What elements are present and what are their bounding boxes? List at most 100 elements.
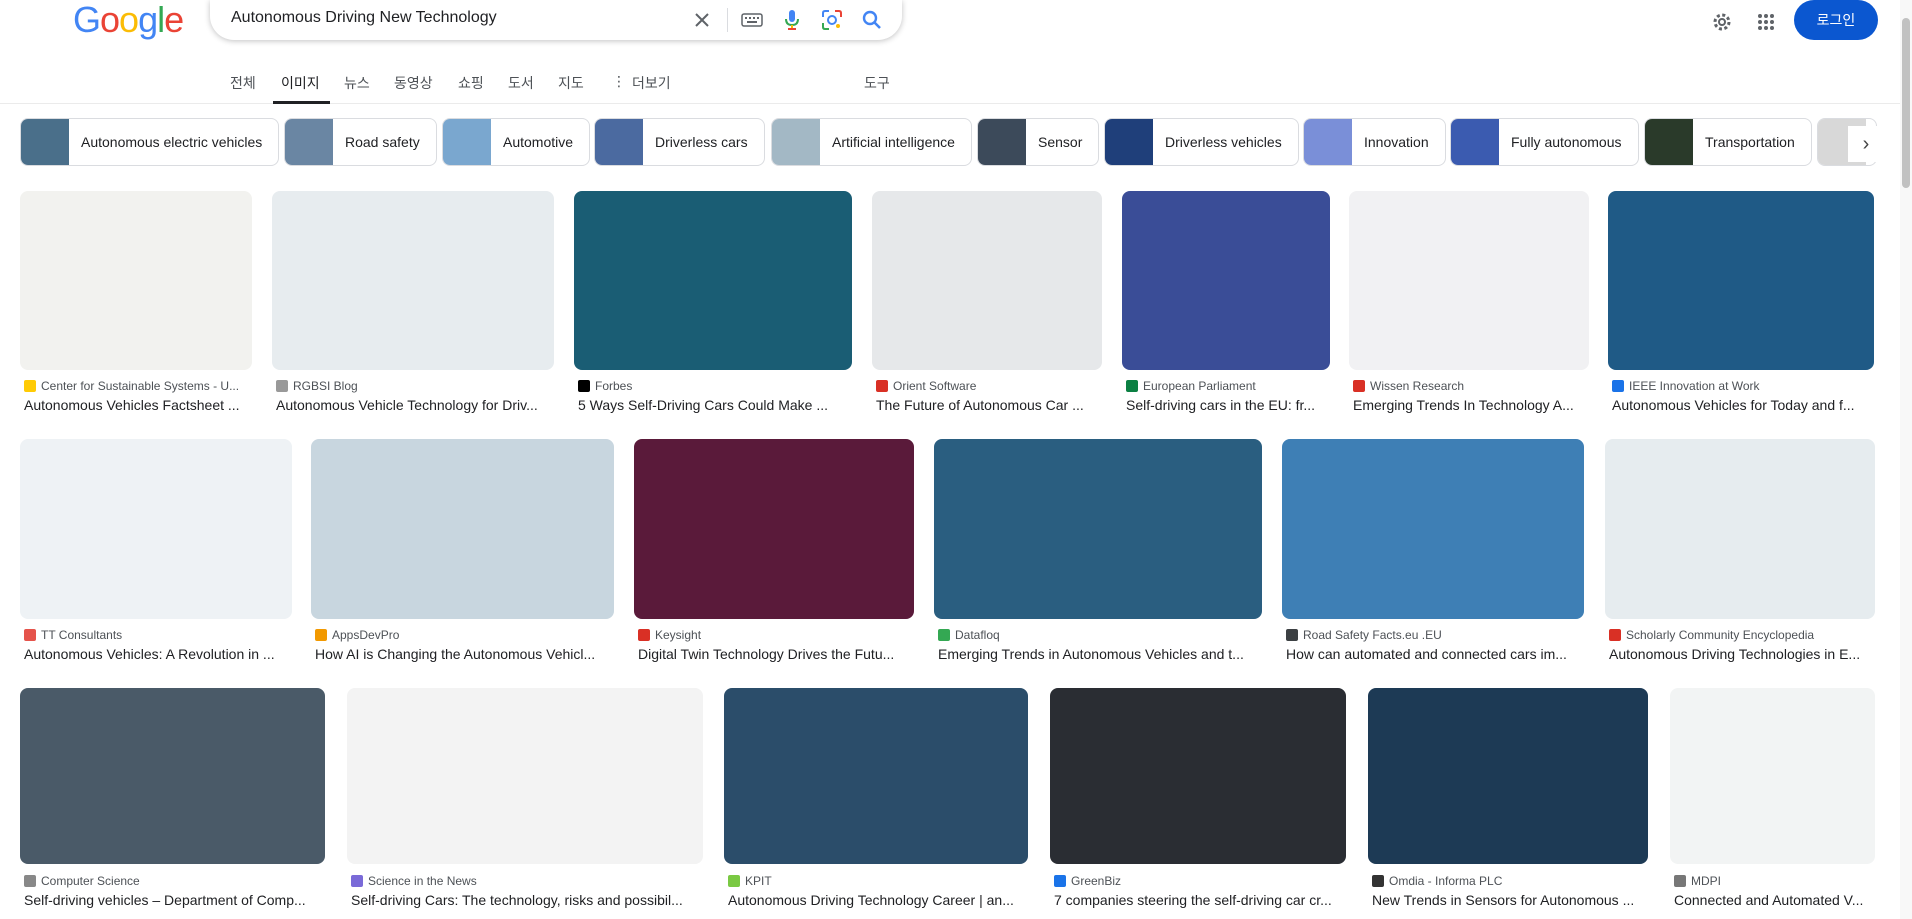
voice-search-icon[interactable] — [778, 6, 806, 34]
scrollbar-thumb[interactable] — [1902, 18, 1910, 188]
chip[interactable]: Driverless cars — [594, 118, 765, 166]
result-source[interactable]: GreenBiz — [1054, 874, 1121, 888]
chips-next-button[interactable]: › — [1848, 126, 1884, 162]
result-image[interactable] — [574, 191, 852, 370]
keyboard-icon[interactable] — [738, 6, 766, 34]
google-logo[interactable]: Google — [73, 0, 184, 40]
result-image[interactable] — [311, 439, 614, 619]
result-image[interactable] — [272, 191, 554, 370]
result-title[interactable]: 7 companies steering the self-driving ca… — [1054, 892, 1350, 908]
result-source[interactable]: Scholarly Community Encyclopedia — [1609, 628, 1814, 642]
source-label: Wissen Research — [1370, 379, 1465, 393]
result-source[interactable]: Center for Sustainable Systems - U... — [24, 379, 239, 393]
result-title[interactable]: Emerging Trends In Technology A... — [1353, 397, 1593, 413]
result-source[interactable]: Computer Science — [24, 874, 140, 888]
result-source[interactable]: Science in the News — [351, 874, 477, 888]
tab-images[interactable]: 이미지 — [281, 73, 320, 93]
tab-maps[interactable]: 지도 — [558, 73, 584, 93]
result-image[interactable] — [872, 191, 1102, 370]
result-title[interactable]: Self-driving vehicles – Department of Co… — [24, 892, 329, 908]
search-box[interactable]: Autonomous Driving New Technology — [210, 0, 902, 40]
source-label: Center for Sustainable Systems - U... — [41, 379, 240, 393]
result-image[interactable] — [1349, 191, 1589, 370]
result-image[interactable] — [1282, 439, 1584, 619]
chip[interactable]: Road safety — [284, 118, 437, 166]
result-source[interactable]: MDPI — [1674, 874, 1721, 888]
chip[interactable]: Innovation — [1303, 118, 1446, 166]
chip[interactable]: Transportation — [1644, 118, 1812, 166]
result-image[interactable] — [934, 439, 1262, 619]
result-source[interactable]: AppsDevPro — [315, 628, 399, 642]
chip[interactable]: Sensor — [977, 118, 1100, 166]
scrollbar[interactable] — [1900, 0, 1912, 919]
tab-shopping[interactable]: 쇼핑 — [458, 73, 484, 93]
chevron-right-icon: › — [1862, 132, 1870, 155]
result-image[interactable] — [1122, 191, 1330, 370]
source-label: IEEE Innovation at Work — [1629, 379, 1760, 393]
tab-books[interactable]: 도서 — [508, 73, 534, 93]
chip-thumbnail — [772, 119, 820, 165]
result-title[interactable]: How AI is Changing the Autonomous Vehicl… — [315, 646, 618, 662]
search-input[interactable]: Autonomous Driving New Technology — [231, 9, 497, 27]
result-title[interactable]: Connected and Automated V... — [1674, 892, 1879, 908]
result-title[interactable]: Autonomous Driving Technologies in E... — [1609, 646, 1879, 662]
result-title[interactable]: Digital Twin Technology Drives the Futu.… — [638, 646, 918, 662]
search-icon[interactable] — [858, 6, 886, 34]
chip[interactable]: Artificial intelligence — [771, 118, 972, 166]
chip[interactable]: Automotive — [442, 118, 591, 166]
result-image[interactable] — [347, 688, 703, 864]
result-image[interactable] — [724, 688, 1028, 864]
result-image[interactable] — [1605, 439, 1875, 619]
chip[interactable]: Autonomous electric vehicles — [20, 118, 280, 166]
result-source[interactable]: European Parliament — [1126, 379, 1256, 393]
result-image[interactable] — [1050, 688, 1346, 864]
result-title[interactable]: Autonomous Vehicles Factsheet ... — [24, 397, 256, 413]
result-title[interactable]: New Trends in Sensors for Autonomous ... — [1372, 892, 1652, 908]
result-title[interactable]: Self-driving Cars: The technology, risks… — [351, 892, 707, 908]
tab-news[interactable]: 뉴스 — [344, 73, 370, 93]
result-image[interactable] — [1670, 688, 1875, 864]
login-button[interactable]: 로그인 — [1794, 0, 1878, 40]
chip[interactable]: Driverless vehicles — [1104, 118, 1299, 166]
chip-thumbnail — [1645, 119, 1693, 165]
result-source[interactable]: Road Safety Facts.eu .EU — [1286, 628, 1442, 642]
result-source[interactable]: KPIT — [728, 874, 772, 888]
lens-icon[interactable] — [818, 6, 846, 34]
result-image[interactable] — [634, 439, 914, 619]
result-title[interactable]: Self-driving cars in the EU: fr... — [1126, 397, 1334, 413]
result-title[interactable]: Autonomous Vehicles: A Revolution in ... — [24, 646, 296, 662]
result-title[interactable]: Autonomous Driving Technology Career | a… — [728, 892, 1032, 908]
result-source[interactable]: Orient Software — [876, 379, 976, 393]
source-label: Forbes — [595, 379, 633, 393]
result-source[interactable]: Forbes — [578, 379, 632, 393]
favicon — [876, 380, 888, 392]
apps-icon[interactable] — [1750, 6, 1782, 38]
result-title[interactable]: 5 Ways Self-Driving Cars Could Make ... — [578, 397, 856, 413]
result-source[interactable]: Keysight — [638, 628, 701, 642]
tab-videos[interactable]: 동영상 — [394, 73, 433, 93]
result-image[interactable] — [1608, 191, 1874, 370]
result-title[interactable]: Autonomous Vehicle Technology for Driv..… — [276, 397, 558, 413]
result-source[interactable]: IEEE Innovation at Work — [1612, 379, 1760, 393]
result-source[interactable]: Wissen Research — [1353, 379, 1464, 393]
source-label: Keysight — [655, 628, 702, 642]
clear-icon[interactable] — [688, 6, 716, 34]
result-image[interactable] — [20, 439, 292, 619]
settings-icon[interactable] — [1706, 6, 1738, 38]
favicon — [1286, 629, 1298, 641]
tab-all[interactable]: 전체 — [230, 73, 256, 93]
result-source[interactable]: TT Consultants — [24, 628, 122, 642]
result-image[interactable] — [20, 191, 252, 370]
result-image[interactable] — [20, 688, 325, 864]
result-title[interactable]: Emerging Trends in Autonomous Vehicles a… — [938, 646, 1266, 662]
result-source[interactable]: Omdia - Informa PLC — [1372, 874, 1502, 888]
tools-button[interactable]: 도구 — [864, 73, 890, 93]
chip[interactable]: Fully autonomous — [1450, 118, 1639, 166]
result-title[interactable]: How can automated and connected cars im.… — [1286, 646, 1588, 662]
tab-more[interactable]: ⋮ 더보기 — [612, 73, 671, 93]
result-image[interactable] — [1368, 688, 1648, 864]
result-title[interactable]: Autonomous Vehicles for Today and f... — [1612, 397, 1878, 413]
result-source[interactable]: Datafloq — [938, 628, 1000, 642]
result-title[interactable]: The Future of Autonomous Car ... — [876, 397, 1106, 413]
result-source[interactable]: RGBSI Blog — [276, 379, 358, 393]
